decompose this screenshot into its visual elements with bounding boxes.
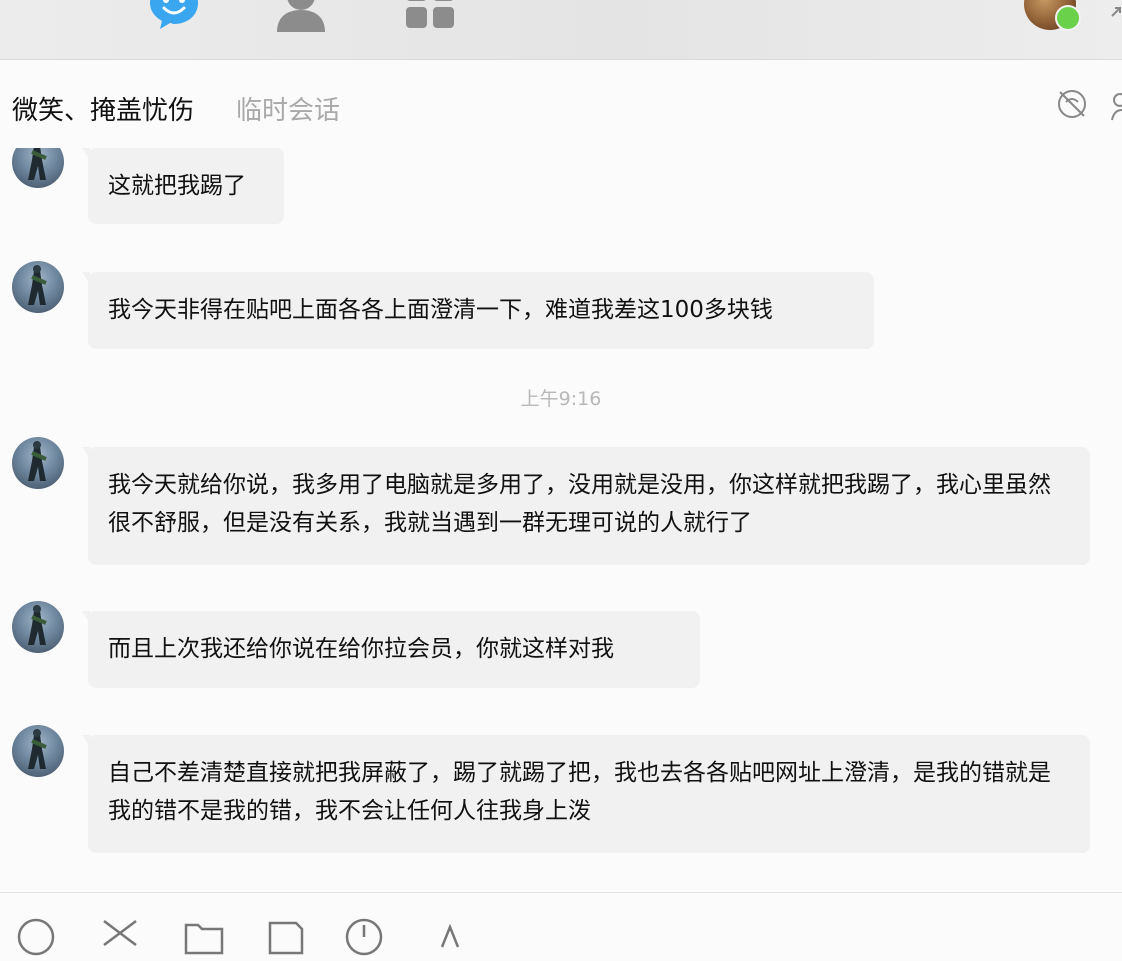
contact-avatar[interactable] [12, 437, 64, 489]
chat-header: 微笑、掩盖忧伤 临时会话 [0, 60, 1122, 148]
history-icon[interactable] [344, 917, 384, 957]
emoji-icon[interactable] [16, 917, 56, 957]
image-icon[interactable] [266, 917, 306, 957]
apps-grid-icon[interactable] [404, 0, 456, 30]
chat-title: 微笑、掩盖忧伤 [12, 96, 195, 126]
add-member-icon[interactable] [1110, 90, 1122, 122]
mute-icon[interactable] [1056, 88, 1088, 120]
online-status-dot [1055, 5, 1081, 31]
temporary-session-tag: 临时会话 [236, 96, 341, 126]
expand-arrow-icon[interactable] [1110, 2, 1122, 24]
top-nav-bar [0, 0, 1122, 60]
input-toolbar [0, 892, 1122, 956]
contact-avatar[interactable] [12, 261, 64, 313]
message-list[interactable]: 这就把我踢了 我今天非得在贴吧上面各各上面澄清一下，难道我差这100多块钱 上午… [0, 148, 1122, 892]
more-icon[interactable] [436, 917, 476, 957]
contact-avatar[interactable] [12, 725, 64, 777]
folder-icon[interactable] [184, 917, 224, 957]
message-text: 我今天非得在贴吧上面各各上面澄清一下，难道我差这100多块钱 [108, 297, 773, 323]
message-text: 而且上次我还给你说在给你拉会员，你就这样对我 [108, 636, 614, 662]
message-text: 我今天就给你说，我多用了电脑就是多用了，没用就是没用，你这样就把我踢了，我心里虽… [108, 472, 1051, 536]
message-bubble[interactable]: 我今天就给你说，我多用了电脑就是多用了，没用就是没用，你这样就把我踢了，我心里虽… [82, 447, 1090, 565]
message-timestamp: 上午9:16 [520, 388, 602, 410]
message-bubble[interactable]: 而且上次我还给你说在给你拉会员，你就这样对我 [82, 611, 700, 688]
message-text: 自己不差清楚直接就把我屏蔽了，踢了就踢了把，我也去各各贴吧网址上澄清，是我的错就… [108, 760, 1051, 824]
contact-avatar[interactable] [12, 601, 64, 653]
contact-avatar[interactable] [12, 148, 64, 188]
contacts-icon[interactable] [274, 0, 328, 32]
message-bubble[interactable]: 自己不差清楚直接就把我屏蔽了，踢了就踢了把，我也去各各贴吧网址上澄清，是我的错就… [82, 735, 1090, 853]
scissors-icon[interactable] [100, 917, 140, 957]
message-bubble[interactable]: 这就把我踢了 [82, 148, 284, 224]
message-text: 这就把我踢了 [108, 173, 246, 199]
message-bubble[interactable]: 我今天非得在贴吧上面各各上面澄清一下，难道我差这100多块钱 [82, 272, 874, 349]
chat-bubble-icon[interactable] [148, 0, 200, 30]
